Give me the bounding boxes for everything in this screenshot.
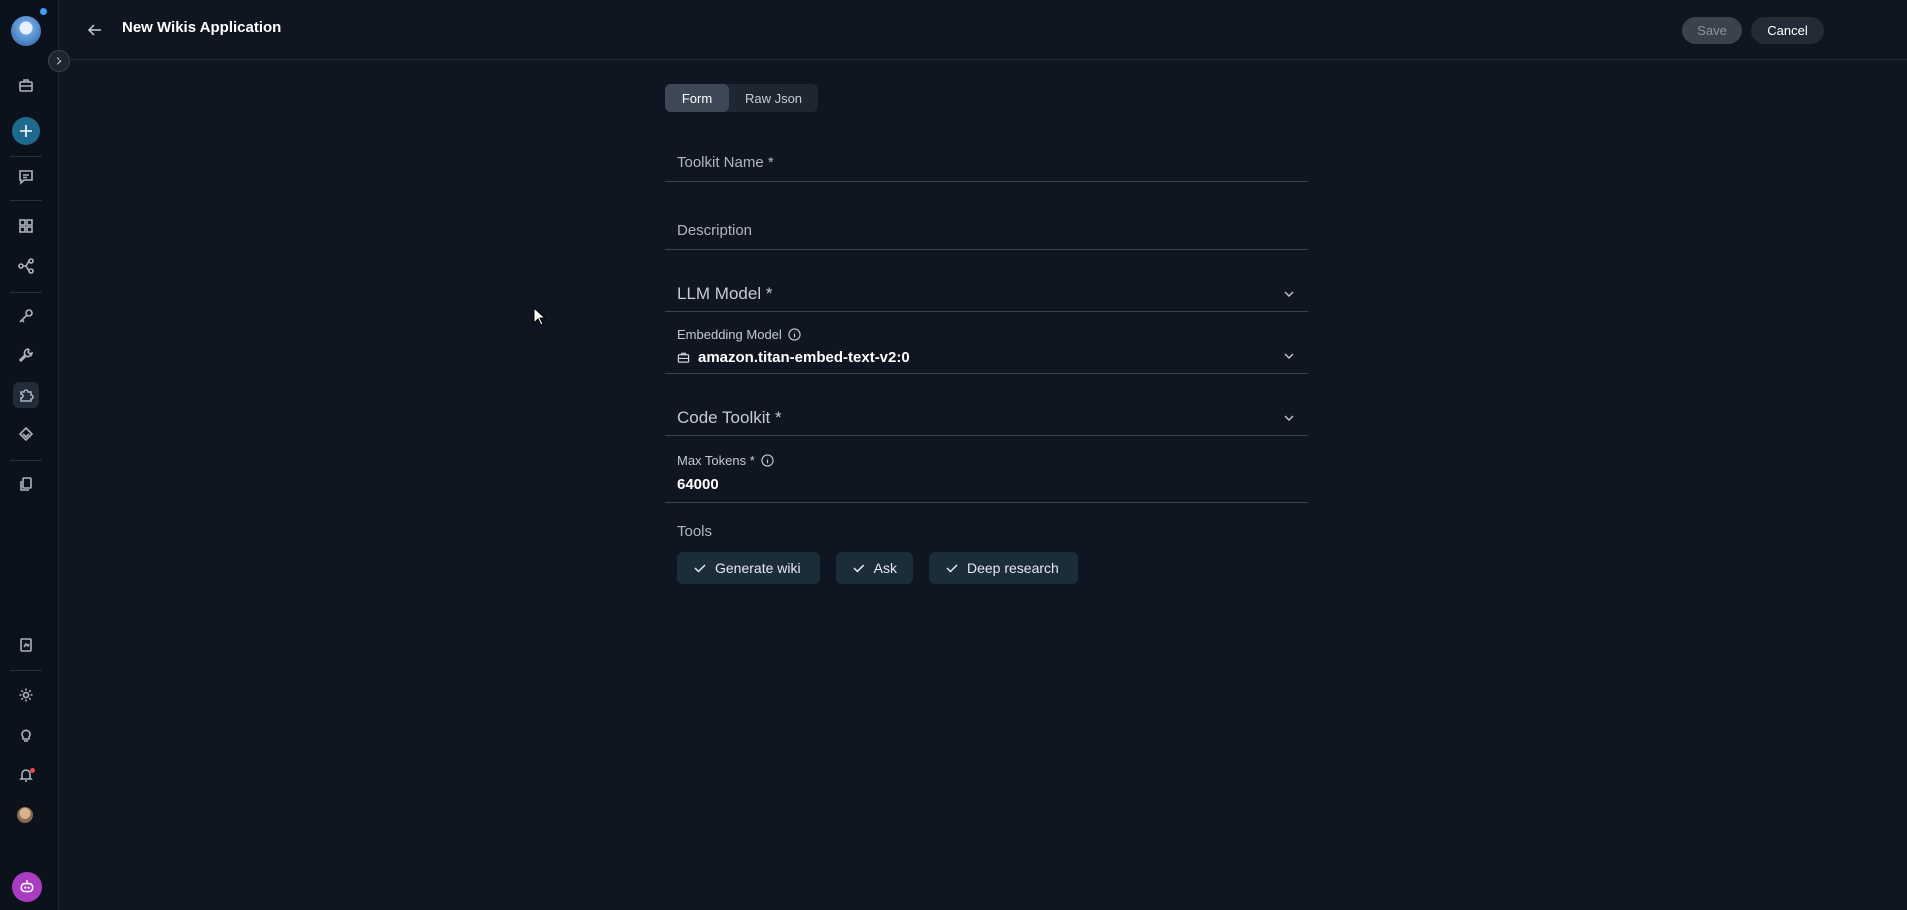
sidebar-item-credentials[interactable] [13, 303, 39, 329]
flow-icon [18, 258, 34, 274]
embedding-model-value: amazon.titan-embed-text-v2:0 [698, 349, 910, 366]
tool-chip-label: Ask [873, 560, 897, 576]
chevron-down-icon [1284, 353, 1294, 359]
save-button[interactable]: Save [1682, 17, 1742, 44]
chevron-down-icon [1284, 415, 1294, 421]
tool-chip-ask[interactable]: Ask [836, 552, 913, 584]
sidebar-divider [10, 200, 42, 201]
description-field[interactable]: Description [665, 210, 1308, 250]
grid-icon [19, 219, 33, 233]
toolkit-name-label: Toolkit Name * [677, 154, 774, 171]
layers-icon [18, 426, 34, 442]
check-icon [853, 564, 865, 573]
documents-icon [20, 477, 32, 491]
plus-icon [20, 125, 32, 137]
tool-chip-deep-research[interactable]: Deep research [929, 552, 1078, 584]
gear-icon [19, 688, 33, 702]
chevron-down-icon [1284, 291, 1294, 297]
avatar[interactable] [17, 807, 33, 823]
view-tabs: Form Raw Json [665, 84, 818, 112]
assistant-button[interactable] [12, 872, 42, 902]
puzzle-icon [20, 389, 34, 402]
max-tokens-field[interactable]: Max Tokens * 64000 [665, 447, 1308, 503]
report-icon [20, 638, 32, 652]
info-icon[interactable] [761, 454, 774, 467]
sidebar-item-notifications[interactable] [13, 762, 39, 788]
info-icon[interactable] [788, 328, 801, 341]
cancel-button[interactable]: Cancel [1751, 17, 1824, 44]
sidebar-divider [10, 460, 42, 461]
sidebar-item-datasources[interactable] [13, 421, 39, 447]
back-button[interactable] [85, 20, 105, 40]
embedding-model-label: Embedding Model [677, 327, 782, 342]
sidebar-item-apps[interactable] [13, 213, 39, 239]
briefcase-icon [19, 79, 33, 92]
app-logo[interactable] [11, 16, 41, 46]
max-tokens-label: Max Tokens * [677, 453, 755, 468]
description-label: Description [677, 222, 753, 239]
sidebar-item-reports[interactable] [13, 632, 39, 658]
tab-raw-json[interactable]: Raw Json [729, 84, 818, 112]
sidebar-item-toolkits[interactable] [13, 382, 39, 408]
notification-badge [30, 768, 35, 773]
mouse-cursor-icon [533, 307, 547, 326]
toolkit-name-field[interactable]: Toolkit Name * [665, 142, 1308, 182]
sidebar-item-ideas[interactable] [13, 722, 39, 748]
chat-icon [19, 170, 33, 185]
sidebar-item-chat[interactable] [13, 164, 39, 190]
sidebar-item-pipelines[interactable] [13, 253, 39, 279]
status-dot [40, 8, 47, 15]
code-toolkit-label: Code Toolkit * [677, 408, 782, 427]
sidebar-item-artifacts[interactable] [13, 471, 39, 497]
embedding-model-value-wrap: amazon.titan-embed-text-v2:0 [677, 349, 910, 366]
arrow-left-icon [87, 24, 101, 36]
check-icon [694, 564, 706, 573]
add-button[interactable] [12, 117, 40, 145]
tools-label: Tools [677, 523, 713, 540]
sidebar-item-settings[interactable] [13, 682, 39, 708]
tool-chip-label: Generate wiki [715, 560, 801, 576]
llm-model-select[interactable]: LLM Model * [665, 272, 1308, 312]
tab-form[interactable]: Form [665, 84, 729, 112]
sidebar-divider [10, 670, 42, 671]
sidebar [0, 0, 59, 910]
sidebar-item-briefcase[interactable] [13, 72, 39, 98]
sidebar-divider [10, 156, 42, 157]
llm-model-label: LLM Model * [677, 284, 773, 303]
tool-chip-generate-wiki[interactable]: Generate wiki [677, 552, 820, 584]
check-icon [946, 564, 958, 573]
max-tokens-label-wrap: Max Tokens * [677, 453, 774, 468]
max-tokens-value: 64000 [677, 476, 719, 493]
tool-chip-label: Deep research [967, 560, 1059, 576]
code-toolkit-select[interactable]: Code Toolkit * [665, 396, 1308, 436]
page-header: New Wikis Application [59, 0, 1907, 60]
page-title: New Wikis Application [122, 19, 282, 36]
embedding-model-select[interactable]: Embedding Model amazon.titan-embed-text-… [665, 320, 1308, 374]
bulb-icon [21, 729, 31, 742]
sidebar-divider [10, 292, 42, 293]
embedding-model-label-wrap: Embedding Model [677, 327, 801, 342]
key-icon [19, 309, 33, 323]
sidebar-item-tools[interactable] [13, 342, 39, 368]
wrench-icon [18, 348, 33, 363]
bot-icon [20, 880, 34, 893]
briefcase-icon [677, 352, 690, 363]
